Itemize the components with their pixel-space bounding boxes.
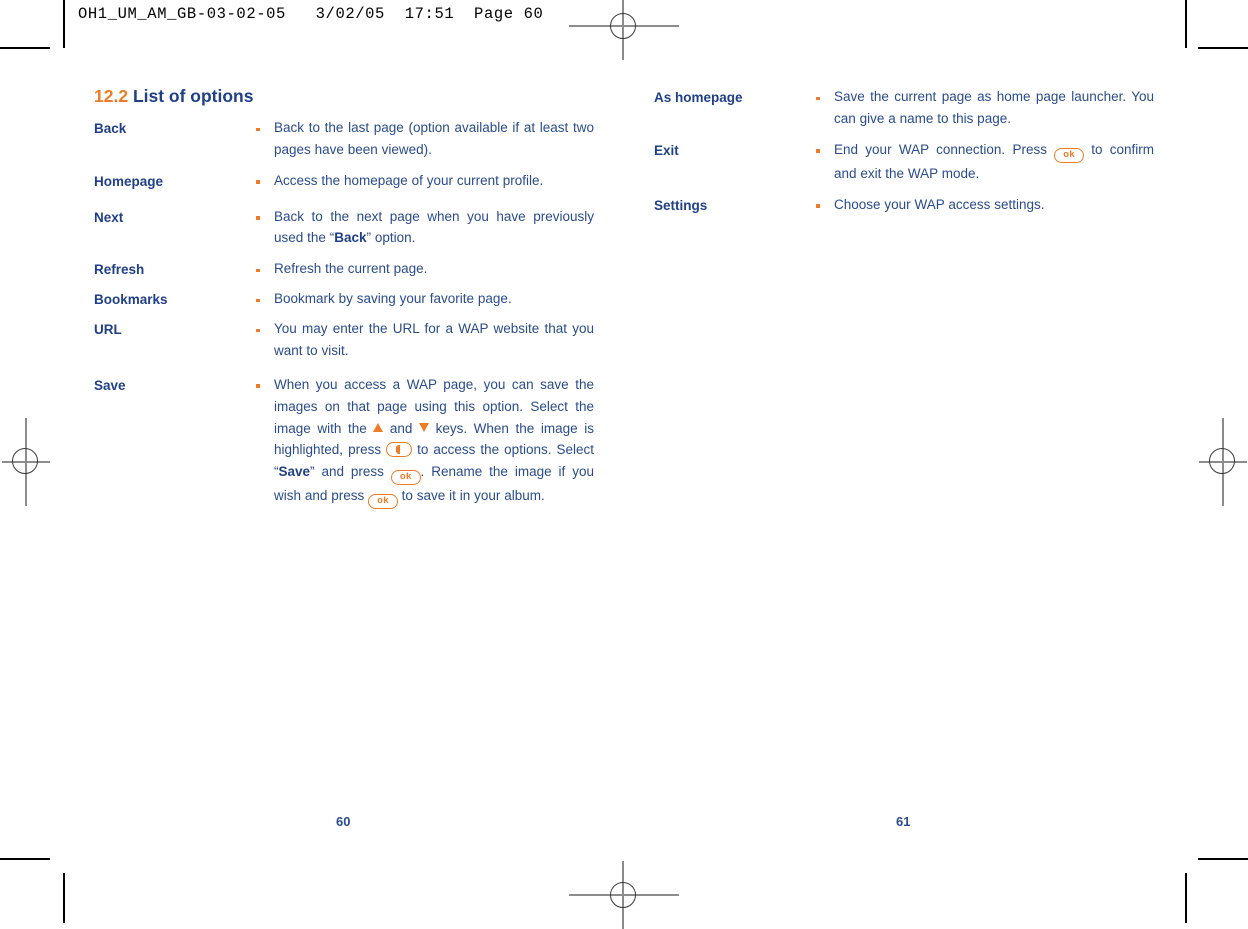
bullet-icon <box>816 86 834 113</box>
option-label: Homepage <box>94 173 164 189</box>
bullet-icon <box>256 258 274 285</box>
ok-key-icon: ok <box>1054 147 1084 163</box>
bullet-icon <box>816 194 834 221</box>
option-description: Choose your WAP access settings. <box>834 196 1045 212</box>
page-title: 12.2 List of options <box>94 86 594 107</box>
option-label: Exit <box>654 142 679 158</box>
option-label: As homepage <box>654 90 743 105</box>
bullet-icon <box>256 206 274 233</box>
left-soft-key-icon <box>386 442 413 458</box>
bullet-icon <box>256 374 274 401</box>
bullet-icon <box>816 139 834 166</box>
section-title: List of options <box>132 86 254 106</box>
ok-key-icon: ok <box>390 470 421 486</box>
exit-text-part-1: End your WAP connection. Press <box>834 141 1055 157</box>
bullet-icon <box>256 170 274 197</box>
option-label: Bookmarks <box>94 292 168 308</box>
ok-key-icon: ok <box>368 494 398 510</box>
option-row-save: Save When you access a WAP page, you can… <box>94 374 594 510</box>
section-number: 12.2 <box>94 86 129 106</box>
option-description: When you access a WAP page, you can save… <box>274 374 594 510</box>
option-row-exit: Exit End your WAP connection. Press ok t… <box>654 139 1154 185</box>
document-page: 12.2 List of options Back Back to the la… <box>0 0 1248 923</box>
option-description: Save the current page as home page launc… <box>834 89 1154 126</box>
text-before-emphasis: Back to the next page when you have prev… <box>274 208 594 246</box>
option-description: Bookmark by saving your favorite page. <box>274 291 512 307</box>
save-text-part-5: ” and press <box>310 464 391 480</box>
option-row-url: URL You may enter the URL for a WAP webs… <box>94 318 594 362</box>
option-label: Next <box>94 209 124 225</box>
option-row-refresh: Refresh Refresh the current page. <box>94 258 594 285</box>
bullet-icon <box>256 318 274 345</box>
option-description: Refresh the current page. <box>274 261 428 277</box>
option-row-as-homepage: As homepage Save the current page as hom… <box>654 86 1154 130</box>
option-row-settings: Settings Choose your WAP access settings… <box>654 194 1154 221</box>
text-after-emphasis: ” option. <box>366 230 416 246</box>
option-description: End your WAP connection. Press ok to con… <box>834 139 1154 185</box>
option-description: You may enter the URL for a WAP website … <box>274 321 594 359</box>
bullet-icon <box>256 288 274 315</box>
emphasis-back: Back <box>334 230 367 246</box>
option-row-bookmarks: Bookmarks Bookmark by saving your favori… <box>94 288 594 315</box>
option-label: Refresh <box>94 262 145 278</box>
right-column: As homepage Save the current page as hom… <box>654 86 1154 223</box>
option-label: Save <box>94 377 126 393</box>
option-description: Back to the next page when you have prev… <box>274 206 594 250</box>
option-label: Settings <box>654 197 708 213</box>
option-description: Access the homepage of your current prof… <box>274 172 544 188</box>
page-number-right: 61 <box>896 814 911 829</box>
option-row-back: Back Back to the last page (option avail… <box>94 117 594 161</box>
option-label: Back <box>94 121 127 136</box>
bullet-icon <box>256 117 274 144</box>
up-arrow-key-icon <box>373 422 384 432</box>
left-column: 12.2 List of options Back Back to the la… <box>94 86 594 512</box>
down-arrow-key-icon <box>419 422 429 432</box>
save-text-part-2: and <box>383 420 419 436</box>
save-text-part-7: to save it in your album. <box>397 488 545 504</box>
option-label: URL <box>94 322 122 338</box>
option-description: Back to the last page (option available … <box>274 120 594 157</box>
page-number-left: 60 <box>336 814 351 829</box>
emphasis-save: Save <box>278 464 311 480</box>
option-row-homepage: Homepage Access the homepage of your cur… <box>94 170 594 197</box>
option-row-next: Next Back to the next page when you have… <box>94 206 594 250</box>
